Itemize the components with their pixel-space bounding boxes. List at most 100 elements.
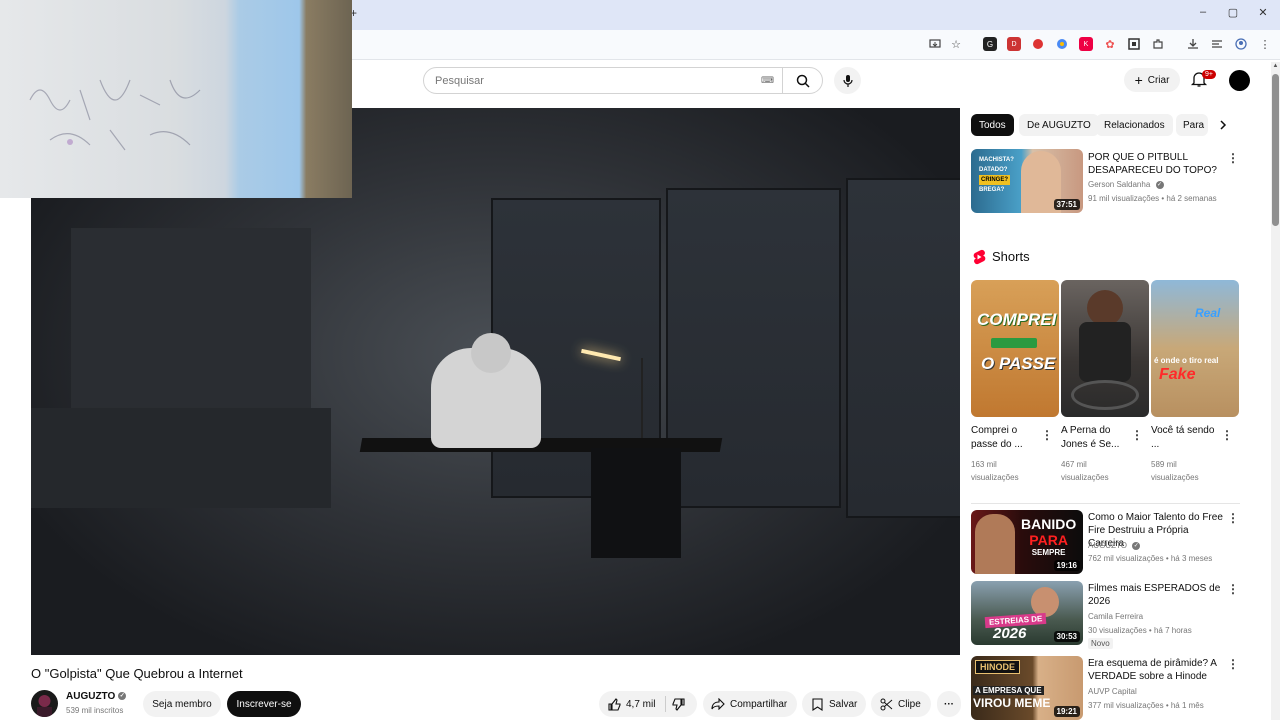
- video-thumbnail[interactable]: ESTREIAS DE 2026 30:53: [971, 581, 1083, 645]
- shorts-heading: Shorts: [992, 249, 1030, 264]
- search-icon: [796, 74, 810, 88]
- extension-icon[interactable]: [1031, 37, 1045, 51]
- thumbnail-text: 2026: [993, 625, 1027, 642]
- short-thumbnail[interactable]: COMPREI O PASSE: [971, 280, 1059, 417]
- close-window-button[interactable]: ✕: [1253, 6, 1273, 19]
- install-app-icon[interactable]: [928, 37, 942, 51]
- related-video-channel[interactable]: AUGUZTO ✓: [1088, 540, 1228, 551]
- search-button[interactable]: [782, 68, 822, 93]
- thumbnail-text: BANIDO PARA SEMPRE: [1021, 516, 1077, 557]
- like-count[interactable]: 4,7 mil: [626, 699, 655, 710]
- more-actions-button[interactable]: ···: [937, 691, 961, 717]
- cabinet: [31, 408, 331, 508]
- extension-icon[interactable]: ✿: [1103, 37, 1117, 51]
- notification-badge: 9+: [1202, 70, 1216, 79]
- video-title: O "Golpista" Que Quebrou a Internet: [31, 666, 243, 681]
- thumbnail-badge: [991, 338, 1037, 348]
- search-input[interactable]: Pesquisar: [435, 75, 761, 87]
- shorts-logo-icon: [973, 249, 986, 265]
- like-button[interactable]: [607, 697, 621, 711]
- video-menu-icon[interactable]: ⋮: [1227, 151, 1239, 165]
- video-menu-icon[interactable]: ⋮: [1227, 582, 1239, 596]
- short-thumbnail[interactable]: [1061, 280, 1149, 417]
- video-thumbnail[interactable]: MACHISTA? DATADO? CRINGE? BREGA? 37:51: [971, 149, 1083, 213]
- wall-panel: [71, 228, 311, 408]
- related-video-channel[interactable]: AUVP Capital: [1088, 686, 1228, 697]
- create-button[interactable]: + Criar: [1124, 68, 1180, 92]
- related-video-title[interactable]: Era esquema de pirâmide? A VERDADE sobre…: [1088, 657, 1223, 683]
- chip-related[interactable]: Relacionados: [1096, 114, 1173, 136]
- save-label: Salvar: [829, 698, 858, 710]
- share-button[interactable]: Compartilhar: [703, 691, 797, 717]
- thumbnail-wheelchair: [1071, 380, 1139, 410]
- thumbnail-face: [1087, 290, 1123, 326]
- desk-drawer: [591, 448, 681, 558]
- chevron-right-icon: [1220, 120, 1227, 130]
- extension-icon[interactable]: G: [983, 37, 997, 51]
- new-badge: Novo: [1088, 638, 1113, 649]
- webcam-overlay: [0, 0, 352, 198]
- minimize-button[interactable]: –: [1193, 6, 1213, 18]
- join-button[interactable]: Seja membro: [143, 691, 221, 717]
- thumbnail-text: Real: [1195, 306, 1221, 320]
- chip-from-channel[interactable]: De AUGUZTO: [1019, 114, 1099, 136]
- short-views: 589 mil visualizações: [1151, 460, 1199, 482]
- related-video-title[interactable]: Filmes mais ESPERADOS de 2026: [1088, 582, 1223, 608]
- video-thumbnail[interactable]: BANIDO PARA SEMPRE 19:16: [971, 510, 1083, 574]
- extension-icon[interactable]: [1055, 37, 1069, 51]
- chips-next-button[interactable]: [1212, 114, 1234, 136]
- more-horizontal-icon: ···: [944, 698, 954, 710]
- related-video-channel[interactable]: Gerson Saldanha ✓: [1088, 179, 1228, 190]
- subscriber-count: 539 mil inscritos: [66, 706, 124, 715]
- related-video-channel[interactable]: Camila Ferreira: [1088, 611, 1228, 622]
- video-menu-icon[interactable]: ⋮: [1227, 511, 1239, 525]
- related-video-meta: 91 mil visualizações • há 2 semanas: [1088, 194, 1217, 203]
- extension-icon[interactable]: D: [1007, 37, 1021, 51]
- search-bar[interactable]: Pesquisar ⌨: [423, 67, 823, 94]
- thumbnail-face: [975, 514, 1015, 574]
- channel-name[interactable]: AUGUZTO ✓: [66, 691, 127, 702]
- account-avatar[interactable]: [1229, 70, 1250, 91]
- short-menu-icon[interactable]: ⋮: [1131, 428, 1143, 442]
- downloads-icon[interactable]: [1186, 37, 1200, 51]
- save-button[interactable]: Salvar: [802, 691, 866, 717]
- browser-menu-icon[interactable]: ⋮: [1258, 37, 1272, 51]
- extension-icon[interactable]: [1127, 37, 1141, 51]
- short-title[interactable]: Comprei o passe do ...: [971, 424, 1041, 452]
- voice-search-button[interactable]: [834, 67, 861, 94]
- channel-name-text[interactable]: AUGUZTO: [66, 691, 115, 702]
- short-menu-icon[interactable]: ⋮: [1221, 428, 1233, 442]
- short-thumbnail[interactable]: Real é onde o tiro real Fake: [1151, 280, 1239, 417]
- related-video-title[interactable]: POR QUE O PITBULL DESAPARECEU DO TOPO?: [1088, 151, 1223, 177]
- extension-icon[interactable]: K: [1079, 37, 1093, 51]
- keyboard-icon[interactable]: ⌨: [761, 75, 774, 86]
- bookmark-star-icon[interactable]: ☆: [949, 37, 963, 51]
- channel-avatar[interactable]: [31, 690, 58, 717]
- extensions-puzzle-icon[interactable]: [1151, 37, 1165, 51]
- video-menu-icon[interactable]: ⋮: [1227, 657, 1239, 671]
- clip-button[interactable]: Clipe: [871, 691, 931, 717]
- subscribe-button[interactable]: Inscrever-se: [227, 691, 301, 717]
- save-icon: [810, 697, 824, 711]
- profile-icon[interactable]: [1234, 37, 1248, 51]
- thumbnail-text: HINODE: [975, 660, 1021, 674]
- short-menu-icon[interactable]: ⋮: [1041, 428, 1053, 442]
- maximize-button[interactable]: ▢: [1223, 6, 1243, 19]
- clip-label: Clipe: [898, 698, 921, 710]
- chip-all[interactable]: Todos: [971, 114, 1014, 136]
- chip-for-you[interactable]: Para: [1176, 114, 1208, 136]
- thumbnail-text: Fake: [1159, 366, 1196, 383]
- scrollbar-thumb[interactable]: [1272, 74, 1279, 226]
- short-title[interactable]: Você tá sendo ...: [1151, 424, 1221, 452]
- reading-list-icon[interactable]: [1210, 37, 1224, 51]
- dislike-button[interactable]: [672, 697, 686, 711]
- thumbnail-text: MACHISTA? DATADO? CRINGE? BREGA?: [979, 157, 1014, 193]
- scroll-up-icon[interactable]: ▲: [1272, 63, 1279, 71]
- thumbnail-text: A EMPRESA QUE: [973, 686, 1044, 695]
- thumbs-up-icon: [607, 697, 621, 711]
- thumbs-down-icon: [672, 697, 686, 711]
- short-title[interactable]: A Perna do Jones é Se...: [1061, 424, 1131, 452]
- video-duration: 19:21: [1053, 706, 1080, 717]
- video-thumbnail[interactable]: HINODE A EMPRESA QUE VIROU MEME 19:21: [971, 656, 1083, 720]
- create-label: Criar: [1147, 74, 1170, 86]
